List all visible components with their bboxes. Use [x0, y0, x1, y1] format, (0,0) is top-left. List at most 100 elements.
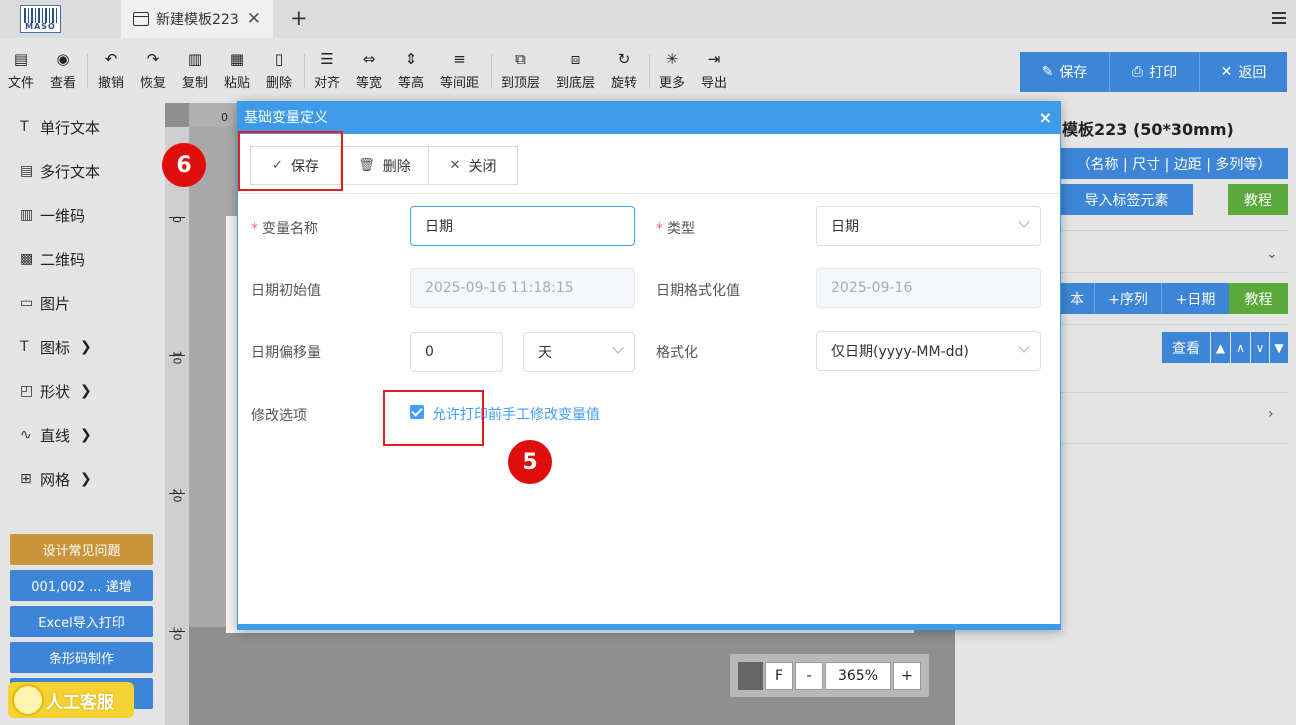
image-icon: ▭ — [20, 295, 34, 311]
sidebar-item-multi-text[interactable]: ▤ 多行文本 — [20, 159, 100, 183]
format-label: 格式化 — [656, 345, 698, 361]
excel-import-button[interactable]: Excel导入打印 — [10, 606, 153, 637]
undo-button[interactable]: ↶ 撤销 — [98, 50, 124, 91]
export-button[interactable]: ⇥ 导出 — [701, 50, 727, 91]
more-button[interactable]: ✳ 更多 — [659, 50, 685, 91]
sidebar-item-barcode[interactable]: ▥ 一维码 — [20, 203, 85, 227]
chevron-right-icon: ❯ — [80, 427, 92, 443]
equal-spacing-icon: ≡ — [453, 50, 466, 68]
sidebar-item-qrcode[interactable]: ▩ 二维码 — [20, 247, 85, 271]
undo-icon: ↶ — [104, 50, 118, 68]
annotation-box-save — [238, 131, 343, 191]
design-faq-button[interactable]: 设计常见问题 — [10, 534, 153, 565]
send-back-button[interactable]: ⧈ 到底层 — [556, 50, 595, 91]
paste-icon: ▦ — [229, 50, 245, 68]
var-name-input[interactable]: 日期 — [410, 206, 635, 246]
variable-definition-dialog: 基础变量定义 × ✓ 保存 🗑 删除 ✕ 关闭 * 变量名称 日期 * 类型 日期 日期初… — [237, 101, 1061, 630]
move-top-button[interactable]: ▲ — [1211, 332, 1230, 363]
move-up-button[interactable]: ∧ — [1231, 332, 1250, 363]
date-offset-input[interactable]: 0 — [410, 332, 503, 372]
chevron-right-icon[interactable]: › — [1268, 406, 1274, 422]
top-save-button[interactable]: ✎ 保存 — [1020, 52, 1110, 92]
date-init-label: 日期初始值 — [251, 283, 321, 299]
format-select[interactable]: 仅日期(yyyy-MM-dd) — [816, 331, 1041, 371]
view-var-button[interactable]: 查看 — [1162, 332, 1210, 363]
send-back-icon: ⧈ — [570, 50, 581, 68]
add-sequence-button[interactable]: +序列 — [1095, 283, 1162, 314]
zoom-color-swatch[interactable] — [738, 662, 763, 690]
logo-text: MASO — [25, 22, 56, 31]
increment-button[interactable]: 001,002 ... 递增 — [10, 570, 153, 601]
move-down-button[interactable]: ∨ — [1251, 332, 1269, 363]
customer-service-button[interactable]: 人工客服 — [8, 682, 134, 718]
rotate-button[interactable]: ↻ 旋转 — [611, 50, 637, 91]
move-bottom-button[interactable]: ▼ — [1270, 332, 1288, 363]
grid-icon: ⊞ — [20, 471, 32, 487]
offset-unit-select[interactable]: 天 — [523, 332, 635, 372]
zoom-out-button[interactable]: - — [795, 662, 823, 690]
menu-icon[interactable] — [1272, 12, 1286, 27]
file-icon: ▤ — [13, 50, 29, 68]
equal-height-button[interactable]: ⇕ 等高 — [398, 50, 424, 91]
app-logo: MASO — [20, 5, 61, 33]
redo-icon: ↷ — [146, 50, 160, 68]
type-select[interactable]: 日期 — [816, 206, 1041, 246]
line-icon: ∿ — [20, 427, 32, 443]
copy-icon: ▥ — [187, 50, 203, 68]
paste-button[interactable]: ▦ 粘贴 — [224, 50, 250, 91]
annotation-badge-6: 6 — [162, 143, 206, 187]
top-right-actions: ✎ 保存 ⎙ 打印 ✕ 返回 — [1020, 52, 1287, 92]
eye-icon: ◉ — [56, 50, 70, 68]
chevron-down-icon — [612, 342, 624, 354]
rotate-icon: ↻ — [617, 50, 631, 68]
barcode-icon: ▥ — [20, 207, 34, 223]
template-settings-button[interactable]: （名称 | 尺寸 | 边距 | 多列等） — [1060, 148, 1288, 179]
view-button[interactable]: ◉ 查看 — [50, 50, 76, 91]
file-button[interactable]: ▤ 文件 — [8, 50, 34, 91]
top-print-button[interactable]: ⎙ 打印 — [1110, 52, 1200, 92]
date-offset-label: 日期偏移量 — [251, 345, 321, 361]
barcode-make-button[interactable]: 条形码制作 — [10, 642, 153, 673]
icon-icon: T — [20, 339, 29, 355]
tab-bar: MASO 新建模板223 ✕ + — [0, 0, 1296, 38]
align-button[interactable]: ☰ 对齐 — [314, 50, 340, 91]
sidebar-item-image[interactable]: ▭ 图片 — [20, 291, 70, 315]
add-text-var-button[interactable]: 本 — [1060, 283, 1095, 314]
tab-template[interactable]: 新建模板223 ✕ — [121, 0, 273, 38]
import-elements-button[interactable]: 导入标签元素 — [1060, 184, 1193, 215]
dialog-close-icon[interactable]: × — [1039, 102, 1052, 134]
delete-button[interactable]: ▯ 删除 — [266, 50, 292, 91]
tutorial-button[interactable]: 教程 — [1228, 184, 1288, 215]
sidebar-item-icon[interactable]: T 图标 ❯ — [20, 335, 92, 359]
top-back-button[interactable]: ✕ 返回 — [1200, 52, 1287, 92]
multiline-text-icon: ▤ — [20, 163, 34, 179]
bring-front-button[interactable]: ⧉ 到顶层 — [501, 50, 540, 91]
copy-button[interactable]: ▥ 复制 — [182, 50, 208, 91]
equal-width-icon: ⇔ — [362, 50, 376, 68]
redo-button[interactable]: ↷ 恢复 — [140, 50, 166, 91]
dialog-close-button[interactable]: ✕ 关闭 — [428, 146, 518, 185]
trash-icon: ▯ — [274, 50, 284, 68]
shape-icon: ◰ — [20, 383, 34, 399]
add-date-button[interactable]: +日期 — [1162, 283, 1229, 314]
dialog-title: 基础变量定义 — [244, 110, 328, 126]
dialog-delete-button[interactable]: 🗑 删除 — [340, 146, 429, 185]
equal-spacing-button[interactable]: ≡ 等间距 — [440, 50, 479, 91]
chevron-right-icon: ❯ — [80, 471, 92, 487]
tab-close-icon[interactable]: ✕ — [247, 9, 261, 29]
bring-front-icon: ⧉ — [515, 50, 526, 68]
equal-width-button[interactable]: ⇔ 等宽 — [356, 50, 382, 91]
sidebar-item-line[interactable]: ∿ 直线 ❯ — [20, 423, 92, 447]
chevron-right-icon: ❯ — [80, 339, 92, 355]
date-format-input: 2025-09-16 — [816, 268, 1041, 308]
var-tutorial-button[interactable]: 教程 — [1229, 283, 1288, 314]
sidebar-item-single-text[interactable]: T 单行文本 — [20, 115, 100, 139]
sidebar-item-shape[interactable]: ◰ 形状 ❯ — [20, 379, 92, 403]
toolbar: ▤ 文件 ◉ 查看 ↶ 撤销 ↷ 恢复 ▥ 复制 ▦ 粘贴 ▯ 删除 ☰ 对齐 ⇔ 等宽 ⇕ 等高 … — [0, 38, 1296, 103]
sidebar-item-grid[interactable]: ⊞ 网格 ❯ — [20, 467, 92, 491]
annotation-badge-5: 5 — [508, 440, 552, 484]
new-tab-icon[interactable]: + — [290, 6, 308, 30]
zoom-in-button[interactable]: + — [893, 662, 921, 690]
zoom-fit-button[interactable]: F — [765, 662, 793, 690]
chevron-down-icon[interactable]: ⌄ — [1266, 246, 1278, 262]
